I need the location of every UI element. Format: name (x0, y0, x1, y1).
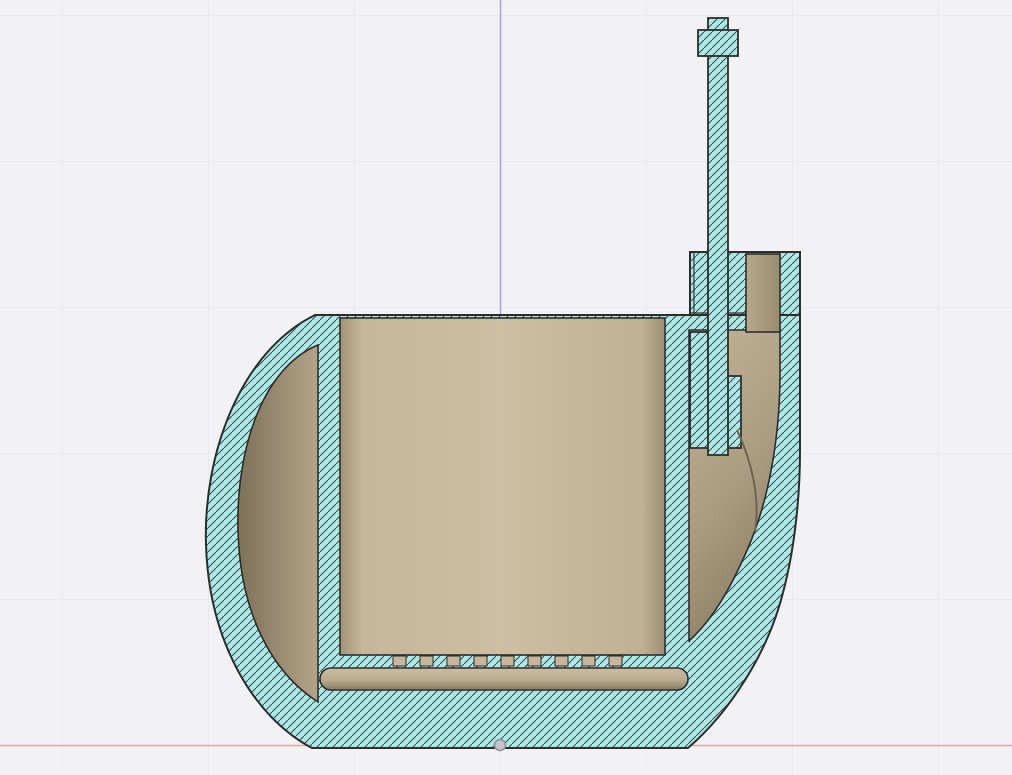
bottom-tube-surface (319, 667, 689, 691)
cad-viewport[interactable] (0, 0, 1012, 775)
strainer-hole (581, 655, 596, 667)
strainer-hole (446, 655, 461, 667)
cup-interior-surface (339, 317, 666, 656)
strainer-hole (500, 655, 515, 667)
strainer-hole (554, 655, 569, 667)
strainer-hole (392, 655, 407, 667)
upper-channel-surface (745, 253, 781, 333)
strainer-hole (473, 655, 488, 667)
rod-cap-section (697, 29, 739, 57)
plunger-rod-section (707, 17, 729, 456)
section-canvas[interactable] (0, 0, 1012, 775)
inlet-tower-section (689, 251, 801, 316)
strainer-hole (419, 655, 434, 667)
origin-marker[interactable] (493, 738, 507, 752)
strainer-hole (527, 655, 542, 667)
strainer-hole (608, 655, 623, 667)
strainer-holes (392, 655, 623, 667)
